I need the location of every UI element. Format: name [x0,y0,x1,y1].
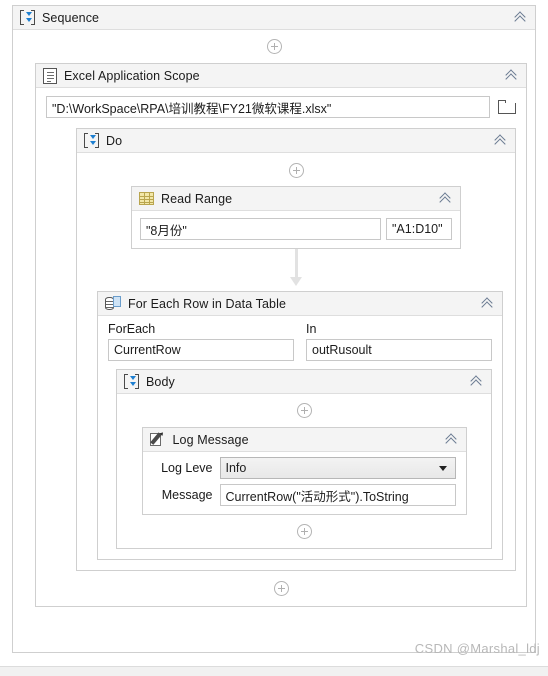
add-activity-row-top [13,39,535,54]
read-range-activity[interactable]: Read Range "8月份" "A1:D10" [131,186,461,249]
log-level-label: Log Leve [161,461,213,475]
foreach-variable-input[interactable]: CurrentRow [108,339,294,361]
read-range-title: Read Range [161,191,233,206]
sequence-header[interactable]: Sequence [13,6,535,30]
message-input[interactable]: CurrentRow("活动形式").ToString [219,484,456,506]
sequence-body: Excel Application Scope "D:\WorkSpace\RP… [13,39,535,607]
plus-circle-icon[interactable] [296,524,312,539]
log-message-title: Log Message [172,432,249,447]
excel-scope-title: Excel Application Scope [64,68,200,83]
flow-connector-arrow [77,249,515,291]
read-range-collapse-icon[interactable] [440,192,454,206]
do-pad [77,560,515,570]
do-collapse-icon[interactable] [495,134,509,148]
add-activity-row-body-bottom [117,524,491,539]
sequence-icon [84,133,99,148]
data-table-icon [105,295,121,312]
bottom-strip [0,666,548,676]
excel-application-scope-activity[interactable]: Excel Application Scope "D:\WorkSpace\RP… [35,63,527,607]
plus-circle-icon[interactable] [266,39,282,54]
workbook-path-input[interactable]: "D:\WorkSpace\RPA\培训教程\FY21微软课程.xlsx" [46,96,490,118]
in-collection-input[interactable]: outRusoult [306,339,492,361]
body-title: Body [146,374,175,389]
do-header[interactable]: Do [77,129,515,153]
document-icon [43,67,57,84]
sheet-name-input[interactable]: "8月份" [140,218,381,240]
folder-icon[interactable] [498,100,516,114]
log-level-row: Log Leve Info [143,452,466,479]
read-range-header[interactable]: Read Range [132,187,460,211]
log-pencil-icon [149,431,166,447]
body-collapse-icon[interactable] [471,375,485,389]
plus-circle-icon[interactable] [288,163,304,178]
watermark-text: CSDN @Marshal_ldj [414,641,540,656]
for-each-row-activity[interactable]: For Each Row in Data Table ForEach Curre… [97,291,503,560]
read-range-fields: "8月份" "A1:D10" [132,211,460,248]
for-each-row-header[interactable]: For Each Row in Data Table [98,292,502,316]
for-each-row-fields: ForEach CurrentRow In outRusoult [98,316,502,361]
message-row: Message CurrentRow("活动形式").ToString [143,479,466,514]
log-message-collapse-icon[interactable] [446,433,460,447]
range-input[interactable]: "A1:D10" [386,218,452,240]
add-activity-row-scope-bottom [36,581,526,596]
add-activity-row-do [77,163,515,178]
workbook-path-row: "D:\WorkSpace\RPA\培训教程\FY21微软课程.xlsx" [36,88,526,118]
excel-scope-header[interactable]: Excel Application Scope [36,64,526,88]
in-column: In outRusoult [306,322,492,361]
log-level-select[interactable]: Info [219,457,456,479]
for-each-row-title: For Each Row in Data Table [128,296,287,311]
body-header[interactable]: Body [117,370,491,394]
do-container-activity[interactable]: Do Read Range "8月份" "A1:D10" For Each Ro… [76,128,516,571]
add-activity-row-body-top [117,403,491,418]
for-each-row-pad [98,549,502,559]
sequence-collapse-icon[interactable] [515,11,529,25]
excel-scope-collapse-icon[interactable] [506,69,520,83]
sequence-title: Sequence [42,10,100,25]
body-content: Log Message Log Leve Info Message Curren… [117,403,491,539]
message-label: Message [161,488,213,502]
do-body: Read Range "8月份" "A1:D10" For Each Row i… [77,163,515,570]
for-each-row-collapse-icon[interactable] [482,297,496,311]
sequence-icon [20,10,35,25]
in-label: In [306,322,317,336]
plus-circle-icon[interactable] [296,403,312,418]
body-sequence-activity[interactable]: Body Log Message Log Leve Info Message C… [116,369,492,549]
foreach-column: ForEach CurrentRow [108,322,294,361]
foreach-label: ForEach [108,322,156,336]
log-message-header[interactable]: Log Message [142,428,466,452]
sequence-icon [124,374,139,389]
log-message-activity[interactable]: Log Message Log Leve Info Message Curren… [141,427,467,515]
chevron-down-icon[interactable] [438,466,447,471]
sequence-activity[interactable]: Sequence Excel Application Scope "D:\Wor… [12,5,536,653]
plus-circle-icon[interactable] [273,581,289,596]
spreadsheet-grid-icon [139,192,154,205]
do-title: Do [106,133,123,148]
